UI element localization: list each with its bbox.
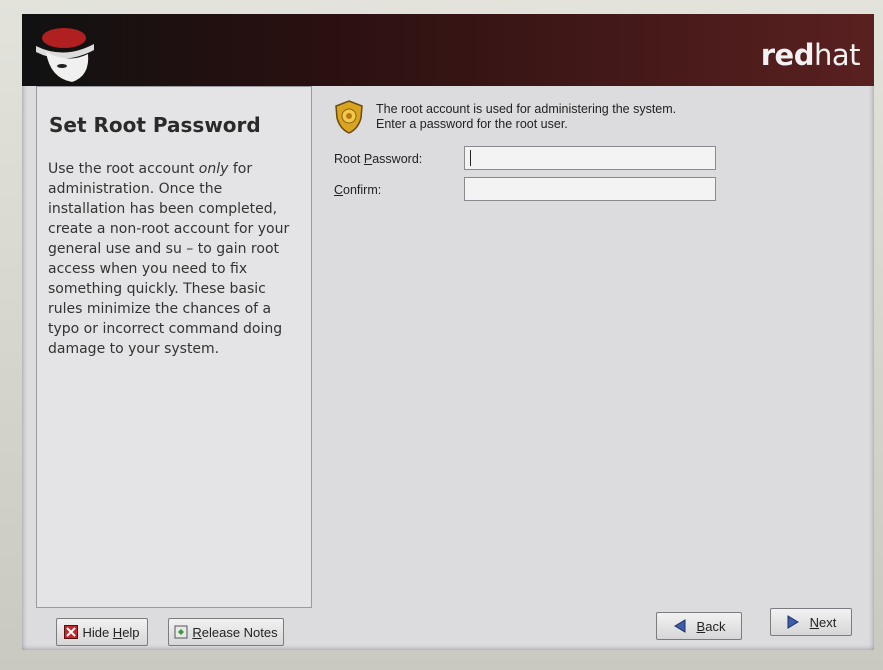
root-badge-icon [335, 100, 363, 134]
release-notes-mnemonic: R [192, 624, 202, 640]
info-message: The root account is used for administeri… [376, 102, 676, 132]
next-label: Next [810, 615, 837, 630]
hide-help-button[interactable]: Hide Help [56, 618, 148, 646]
hide-help-pre: Hide [82, 624, 113, 640]
redhat-brand-logo: redhat [760, 38, 861, 72]
next-post: ext [819, 614, 837, 630]
hide-help-icon [64, 625, 79, 639]
redhat-shadowman-icon [36, 28, 94, 82]
brand-red: red [760, 38, 815, 72]
root-password-label-pre: Root [334, 152, 364, 166]
brand-hat: hat [813, 38, 861, 72]
help-text: Use the root account only for administra… [45, 159, 303, 359]
root-password-input[interactable] [464, 146, 716, 170]
hide-help-mnemonic: H [112, 624, 123, 640]
main-content: The root account is used for administeri… [332, 90, 862, 610]
back-arrow-icon [673, 619, 686, 633]
hide-help-label: Hide Help [82, 625, 139, 640]
release-notes-icon [174, 625, 188, 639]
back-label: Back [697, 619, 726, 634]
help-text-emphasis: only [198, 161, 229, 177]
confirm-label-post: onfirm: [343, 183, 382, 197]
confirm-row: Confirm: [332, 177, 732, 203]
info-line-1: The root account is used for administeri… [376, 102, 677, 116]
back-mnemonic: B [696, 618, 706, 634]
text-cursor [470, 150, 471, 166]
help-text-part1: Use the root account [48, 161, 199, 177]
hide-help-post: elp [122, 624, 140, 640]
root-password-label: Root Password: [334, 152, 422, 166]
next-button[interactable]: Next [770, 608, 852, 636]
next-arrow-icon [787, 615, 799, 629]
root-password-label-post: assword: [372, 152, 423, 166]
next-mnemonic: N [809, 614, 820, 630]
release-notes-button[interactable]: Release Notes [168, 618, 284, 646]
help-title: Set Root Password [49, 113, 261, 137]
release-notes-post: elease Notes [201, 624, 278, 640]
help-text-part2: for administration. Once the installatio… [48, 161, 290, 357]
help-panel: Set Root Password Use the root account o… [36, 86, 312, 608]
confirm-label-mnemonic: C [334, 183, 344, 197]
confirm-label: Confirm: [334, 183, 381, 197]
header-bar: redhat [22, 14, 874, 86]
back-button[interactable]: Back [656, 612, 742, 640]
root-password-row: Root Password: [332, 146, 732, 172]
confirm-password-input[interactable] [464, 177, 716, 201]
back-post: ack [705, 618, 726, 634]
installer-screen: redhat Set Root Password Use the root ac… [22, 14, 874, 650]
root-password-label-mnemonic: P [363, 152, 373, 166]
info-line-2: Enter a password for the root user. [376, 117, 568, 131]
release-notes-label: Release Notes [192, 625, 277, 640]
